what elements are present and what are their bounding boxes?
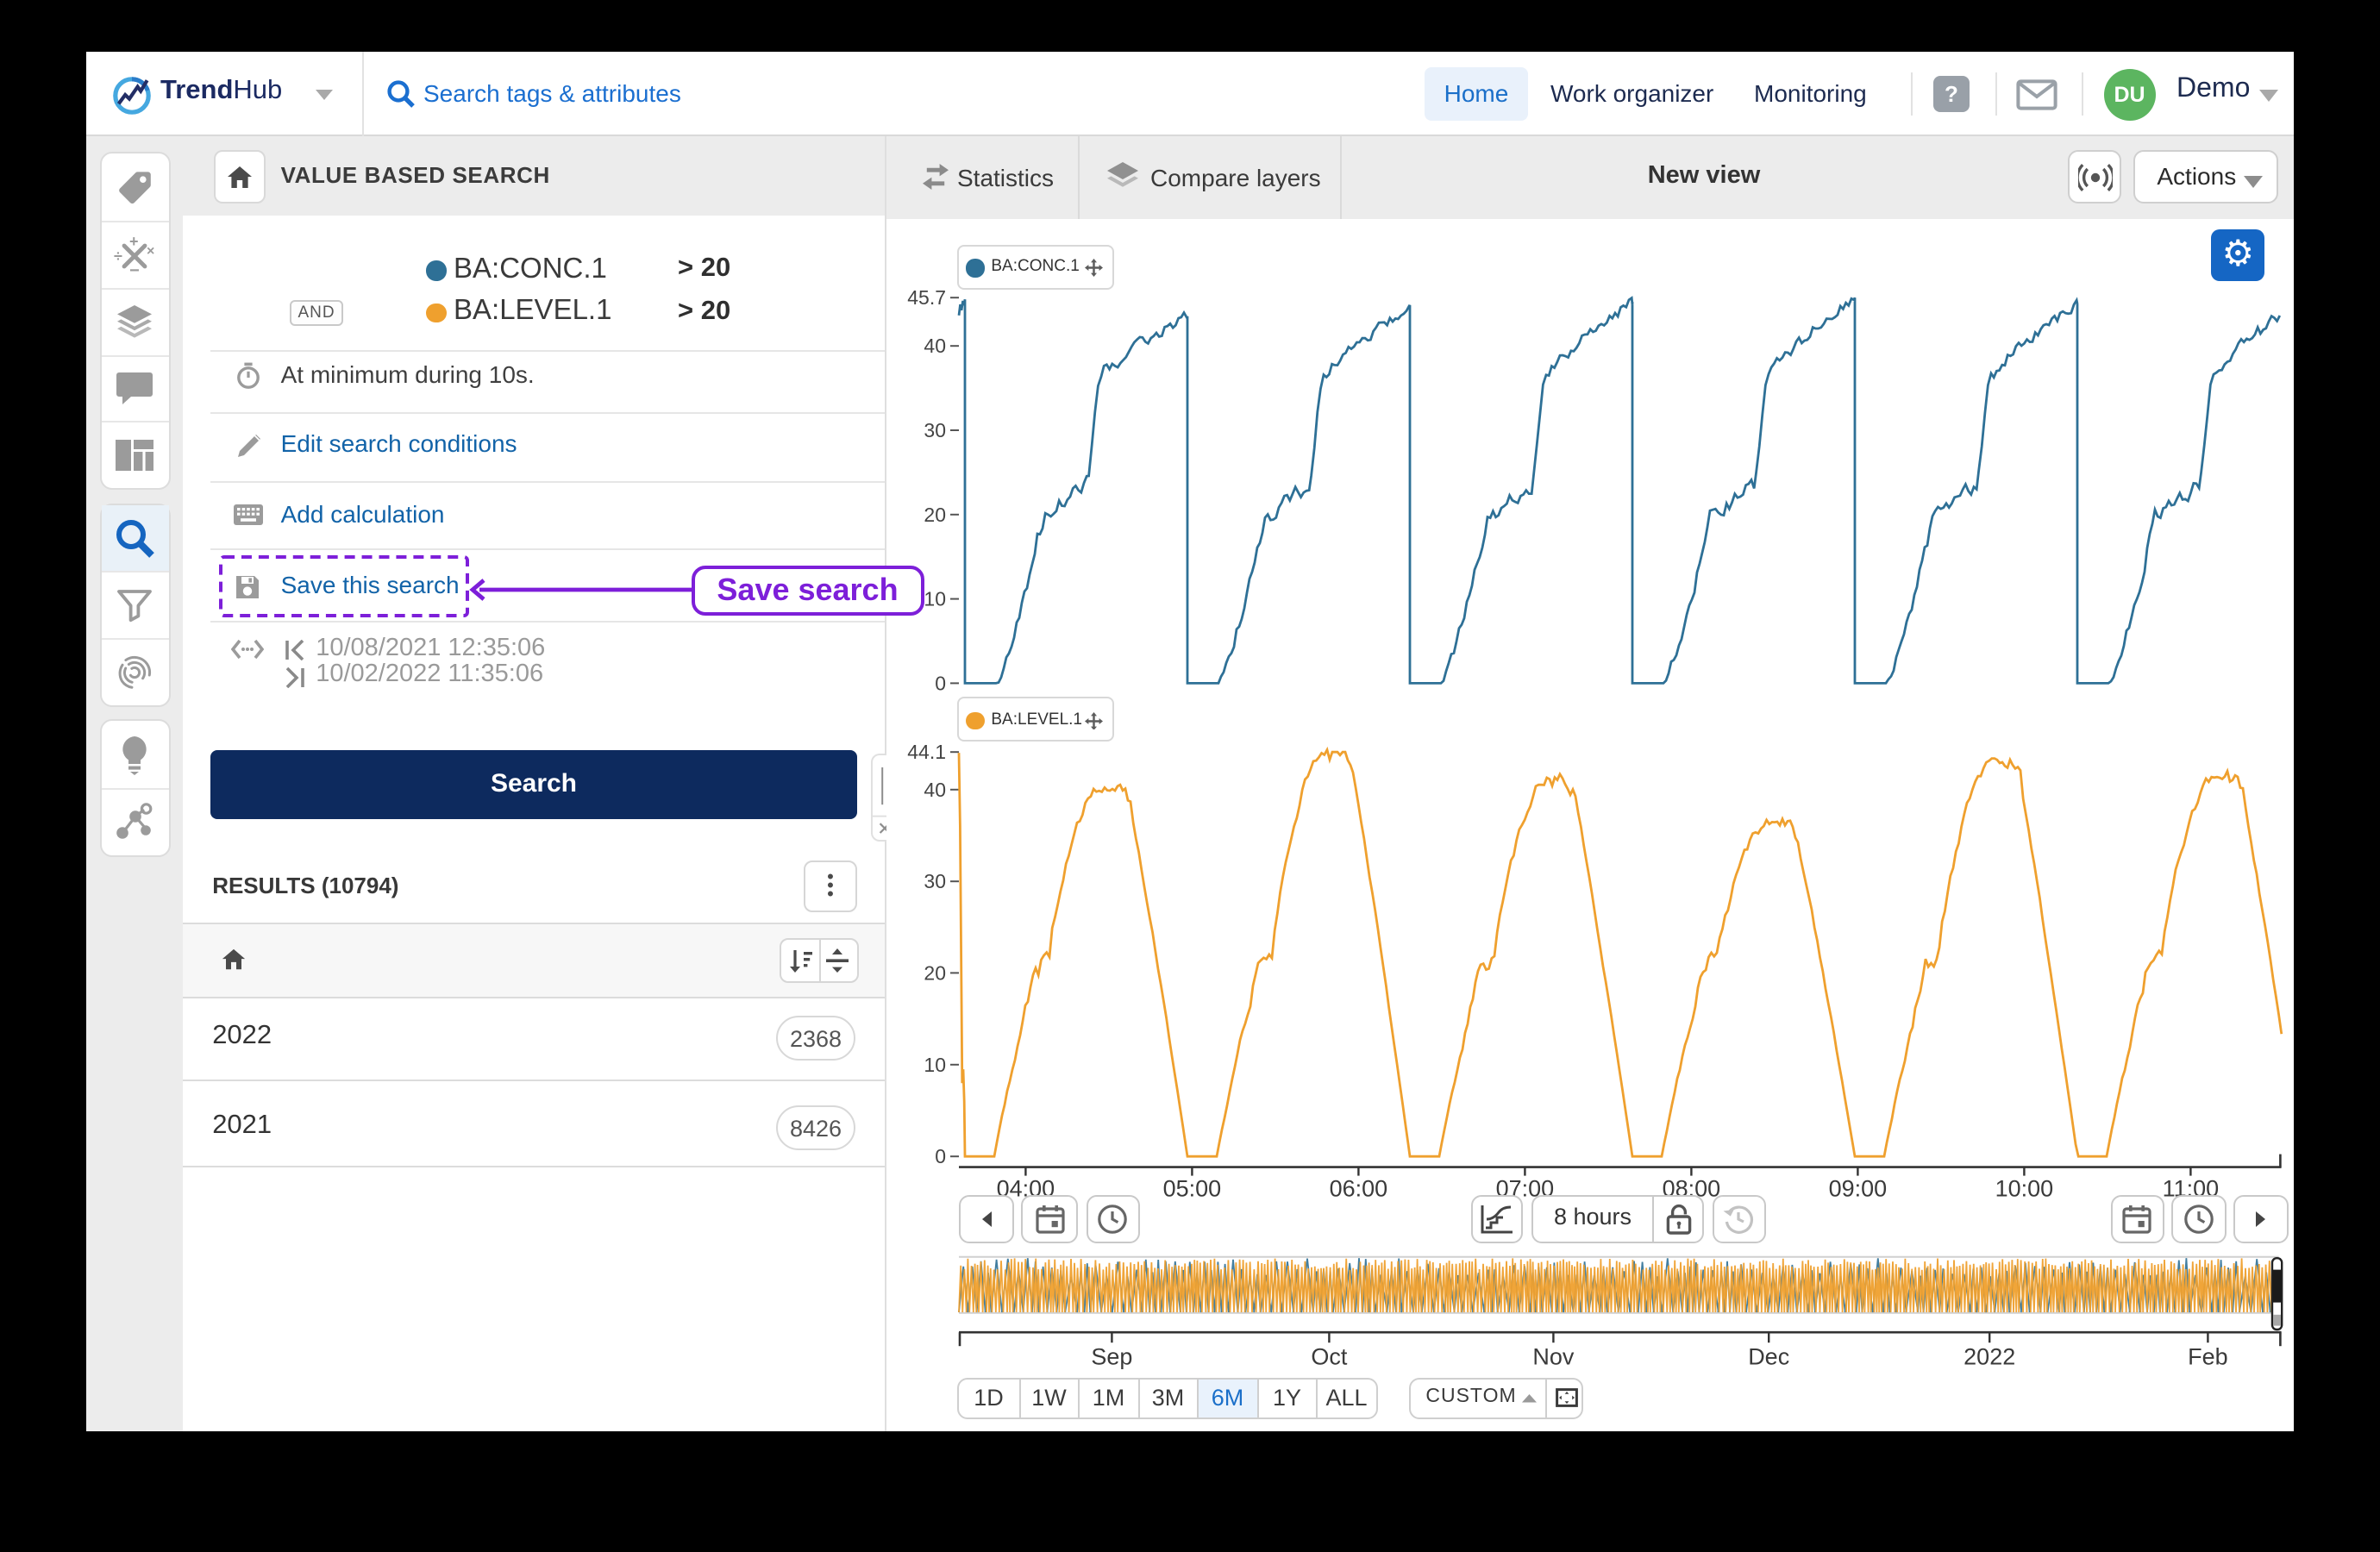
svg-text:06:00: 06:00	[1329, 1176, 1387, 1202]
svg-text:09:00: 09:00	[1828, 1176, 1887, 1202]
svg-text:Oct: Oct	[1310, 1344, 1346, 1370]
svg-text:20: 20	[923, 962, 945, 985]
svg-text:+: +	[129, 233, 139, 250]
svg-text:2022: 2022	[1963, 1344, 2014, 1370]
svg-text:0: 0	[934, 673, 945, 695]
svg-text:44.1: 44.1	[906, 742, 945, 764]
svg-text:40: 40	[923, 779, 945, 801]
svg-text:Sep: Sep	[1090, 1344, 1131, 1370]
svg-text:30: 30	[923, 871, 945, 893]
svg-text:10: 10	[923, 1054, 945, 1076]
svg-text:Dec: Dec	[1747, 1344, 1788, 1370]
svg-text:÷: ÷	[114, 247, 122, 265]
svg-text:20: 20	[923, 504, 945, 526]
svg-text:0: 0	[934, 1146, 945, 1168]
svg-text:×: ×	[147, 244, 154, 259]
svg-text:10: 10	[923, 588, 945, 610]
svg-text:05:00: 05:00	[1162, 1176, 1221, 1202]
svg-text:40: 40	[923, 335, 945, 358]
svg-text:10:00: 10:00	[1995, 1176, 2053, 1202]
svg-text:−: −	[129, 261, 140, 278]
svg-text:Nov: Nov	[1531, 1344, 1573, 1370]
svg-text:30: 30	[923, 419, 945, 441]
svg-text:45.7: 45.7	[906, 287, 945, 310]
svg-text:Feb: Feb	[2187, 1344, 2227, 1370]
